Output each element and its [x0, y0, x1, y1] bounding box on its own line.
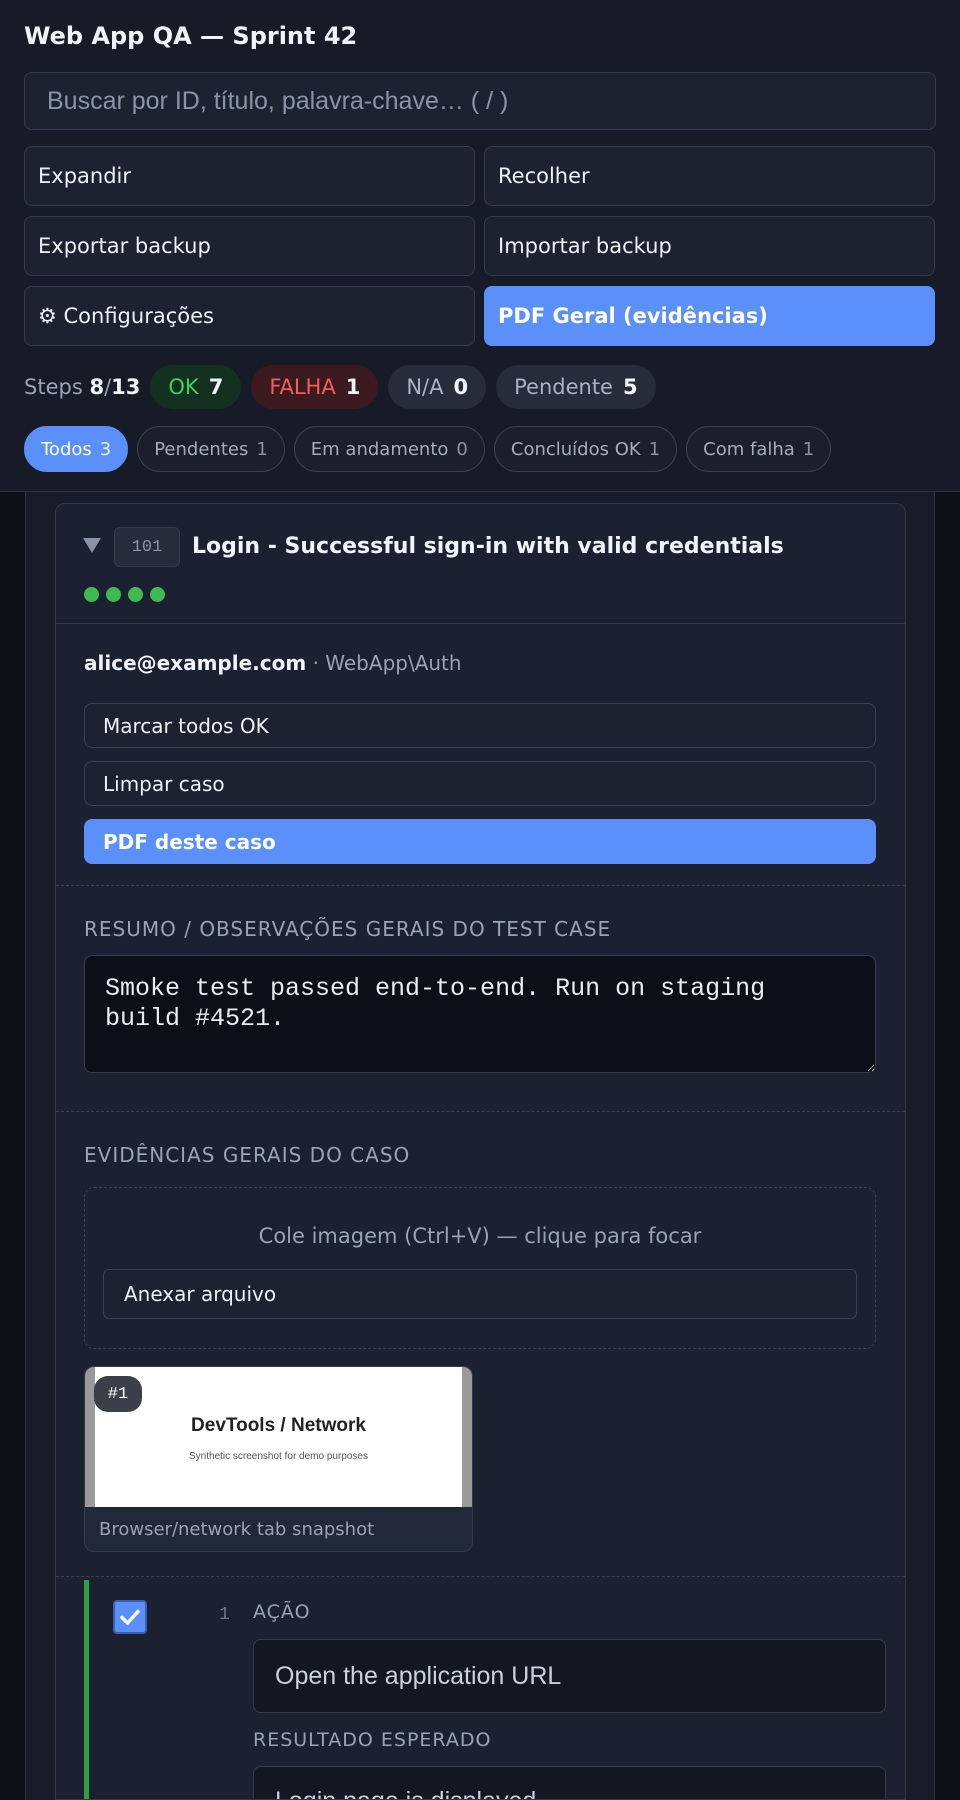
case-id-badge: 101 [114, 527, 180, 567]
steps-label: Steps [24, 375, 83, 399]
evidence-thumbnail[interactable]: DevTools / Network Synthetic screenshot … [84, 1366, 473, 1552]
status-dot-ok [150, 587, 165, 602]
app-title: Web App QA — Sprint 42 [24, 22, 358, 50]
collapse-caret-icon[interactable] [83, 538, 101, 553]
steps-total: 13 [111, 375, 141, 399]
divider [56, 1111, 905, 1112]
case-area-path: · WebApp\Auth [312, 651, 462, 675]
filter-with-failure[interactable]: Com falha 1 [686, 426, 832, 472]
settings-button[interactable]: ⚙ Configurações [24, 286, 475, 346]
clear-case-button[interactable]: Limpar caso [84, 761, 876, 806]
evidence-image: DevTools / Network Synthetic screenshot … [85, 1367, 472, 1507]
collapse-button[interactable]: Recolher [484, 146, 935, 206]
attach-file-button[interactable]: Anexar arquivo [103, 1269, 857, 1319]
search-input[interactable] [24, 72, 936, 130]
test-case-card: 101 Login - Successful sign-in with vali… [55, 503, 906, 1800]
step-number: 1 [219, 1605, 230, 1625]
summary-section-label: RESUMO / OBSERVAÇÕES GERAIS DO TEST CASE [84, 917, 612, 941]
mark-all-ok-button[interactable]: Marcar todos OK [84, 703, 876, 748]
status-dot-ok [128, 587, 143, 602]
filter-chips: Todos 3 Pendentes 1 Em andamento 0 Concluíd… [24, 426, 832, 472]
top-toolbar: Web App QA — Sprint 42 Expandir Recolher… [0, 0, 960, 492]
filter-completed-ok[interactable]: Concluídos OK 1 [493, 426, 678, 472]
case-summary-textarea[interactable]: Smoke test passed end-to-end. Run on sta… [84, 955, 876, 1073]
expected-result-label: RESULTADO ESPERADO [253, 1729, 492, 1751]
paste-hint: Cole imagem (Ctrl+V) — clique para focar [258, 1224, 702, 1248]
steps-summary: Steps 8/13 OK 7 FALHA 1 N/A 0 Pendente 5 [24, 365, 656, 409]
pending-count-badge: Pendente 5 [496, 365, 656, 409]
case-pdf-button[interactable]: PDF deste caso [84, 819, 876, 864]
filter-in-progress[interactable]: Em andamento 0 [293, 426, 485, 472]
divider [56, 1576, 905, 1577]
step-checkbox[interactable] [113, 1600, 147, 1634]
export-backup-button[interactable]: Exportar backup [24, 216, 475, 276]
pdf-general-button[interactable]: PDF Geral (evidências) [484, 286, 935, 346]
import-backup-button[interactable]: Importar backup [484, 216, 935, 276]
paste-drop-zone[interactable]: Cole imagem (Ctrl+V) — clique para focar… [84, 1187, 876, 1349]
evidence-image-heading: DevTools / Network [191, 1415, 366, 1436]
step-status-dots [84, 587, 165, 602]
expand-button[interactable]: Expandir [24, 146, 475, 206]
filter-pending[interactable]: Pendentes 1 [137, 426, 285, 472]
case-title: Login - Successful sign-in with valid cr… [192, 534, 784, 559]
status-dot-ok [84, 587, 99, 602]
evidence-section-label: EVIDÊNCIAS GERAIS DO CASO [84, 1143, 411, 1167]
case-meta: alice@example.com · WebApp\Auth [84, 651, 462, 675]
status-dot-ok [106, 587, 121, 602]
case-owner: alice@example.com [84, 651, 307, 675]
test-case-header[interactable]: 101 Login - Successful sign-in with vali… [56, 504, 905, 624]
evidence-number-badge: #1 [94, 1376, 142, 1412]
action-field[interactable]: Open the application URL [253, 1639, 886, 1713]
evidence-image-subtitle: Synthetic screenshot for demo purposes [189, 1451, 368, 1462]
step-row: 1 AÇÃO Open the application URL RESULTAD… [84, 1580, 905, 1799]
filter-all[interactable]: Todos 3 [24, 426, 129, 472]
na-count-badge: N/A 0 [388, 365, 487, 409]
fail-count-badge: FALHA 1 [251, 365, 379, 409]
check-icon [120, 1609, 140, 1625]
divider [56, 885, 905, 886]
steps-done: 8 [89, 375, 105, 399]
expected-result-field[interactable]: Login page is displayed [253, 1766, 886, 1799]
ok-count-badge: OK 7 [150, 365, 242, 409]
evidence-caption: Browser/network tab snapshot [99, 1519, 375, 1540]
action-label: AÇÃO [253, 1601, 311, 1623]
